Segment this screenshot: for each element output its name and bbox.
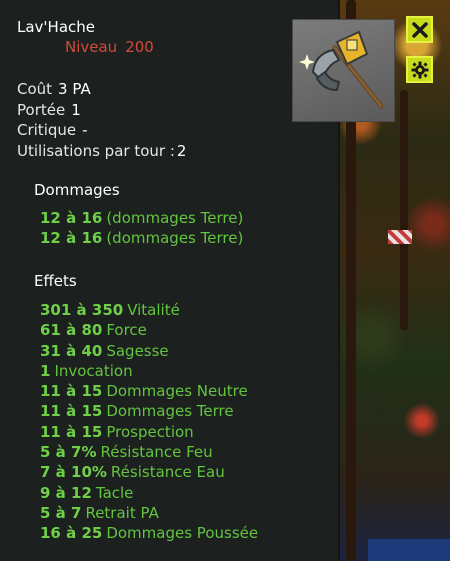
- effect-line: 11 à 15 Dommages Terre: [40, 401, 258, 421]
- damage-value: 12 à 16: [40, 209, 103, 227]
- effect-name: Vitalité: [127, 301, 180, 319]
- effect-line: 5 à 7% Résistance Feu: [40, 442, 258, 462]
- effect-value: 9 à 12: [40, 483, 92, 502]
- stat-value: 1: [71, 100, 81, 119]
- stat-label: Utilisations par tour :: [17, 141, 175, 160]
- damage-value: 12 à 16: [40, 229, 103, 248]
- checkered-flag: [388, 230, 412, 244]
- tree-trunk: [400, 90, 408, 330]
- effect-name: Invocation: [54, 361, 133, 380]
- stat-label: Portée: [17, 100, 66, 119]
- close-icon: [411, 21, 428, 38]
- effect-value: 5 à 7: [40, 503, 82, 522]
- effect-line: 1 Invocation: [40, 361, 258, 381]
- item-stats: Coût 3 PA Portée 1 Critique - Utilisations …: [17, 79, 186, 161]
- effect-value: 61 à 80: [40, 321, 103, 340]
- item-image-frame: [292, 19, 395, 122]
- item-tooltip-panel: Lav'Hache Niveau 200 Coût 3 PA Portée 1 Cri…: [0, 0, 338, 561]
- gear-icon: [411, 61, 428, 78]
- item-level: Niveau 200: [65, 38, 154, 56]
- effect-value: 1: [40, 361, 51, 380]
- effect-name: Tacle: [95, 483, 134, 502]
- effect-line: 11 à 15 Dommages Neutre: [40, 381, 258, 401]
- effect-name: Retrait PA: [85, 503, 159, 522]
- damage-type: (dommages Terre): [106, 229, 244, 248]
- settings-button[interactable]: [406, 56, 433, 83]
- effect-value: 7 à 10%: [40, 463, 107, 482]
- effect-line: 11 à 15 Prospection: [40, 422, 258, 442]
- damage-list: 12 à 16 (dommages Terre) 12 à 16 (dommages…: [40, 208, 243, 249]
- effects-heading: Effets: [34, 272, 77, 290]
- effects-list: 301 à 350 Vitalité 61 à 80 Force 31 à 40 Sa…: [40, 300, 258, 544]
- effect-name: Sagesse: [106, 341, 169, 360]
- effect-name: Résistance Eau: [110, 463, 225, 482]
- effect-value: 11 à 15: [40, 402, 103, 421]
- effect-name: Dommages Terre: [106, 402, 234, 421]
- effect-line: 9 à 12 Tacle: [40, 483, 258, 503]
- stat-value: -: [82, 121, 88, 139]
- level-label: Niveau: [65, 38, 118, 56]
- effect-value: 31 à 40: [40, 341, 103, 360]
- stat-label: Critique: [17, 121, 77, 139]
- effect-line: 7 à 10% Résistance Eau: [40, 462, 258, 482]
- effect-value: 16 à 25: [40, 524, 103, 543]
- stat-value: 2: [176, 141, 187, 160]
- effect-name: Résistance Feu: [100, 443, 213, 462]
- stat-uses-per-turn: Utilisations par tour :2: [17, 141, 186, 162]
- stat-label: Coût: [17, 80, 53, 98]
- effect-value: 301 à 350: [40, 301, 124, 319]
- level-value: 200: [125, 38, 154, 56]
- axe-item-icon: [299, 30, 384, 109]
- water-area: [368, 539, 450, 561]
- effect-name: Dommages Neutre: [106, 382, 248, 401]
- damage-line: 12 à 16 (dommages Terre): [40, 208, 243, 228]
- effect-name: Dommages Poussée: [106, 524, 259, 543]
- effect-value: 5 à 7%: [40, 443, 97, 462]
- effect-value: 11 à 15: [40, 382, 103, 401]
- effect-line: 16 à 25 Dommages Poussée: [40, 523, 258, 543]
- stat-value: 3 PA: [58, 80, 91, 98]
- effect-name: Prospection: [106, 422, 194, 441]
- damage-heading: Dommages: [34, 181, 120, 199]
- effect-line: 301 à 350 Vitalité: [40, 300, 258, 320]
- stat-range: Portée 1: [17, 100, 186, 121]
- close-button[interactable]: [406, 16, 433, 43]
- effect-line: 5 à 7 Retrait PA: [40, 503, 258, 523]
- damage-line: 12 à 16 (dommages Terre): [40, 228, 243, 248]
- item-name: Lav'Hache: [17, 18, 96, 36]
- effect-line: 61 à 80 Force: [40, 320, 258, 340]
- stat-cost: Coût 3 PA: [17, 79, 186, 100]
- effect-name: Force: [106, 321, 147, 340]
- effect-value: 11 à 15: [40, 422, 103, 441]
- damage-type: (dommages Terre): [106, 209, 244, 227]
- stat-critical: Critique -: [17, 120, 186, 141]
- effect-line: 31 à 40 Sagesse: [40, 341, 258, 361]
